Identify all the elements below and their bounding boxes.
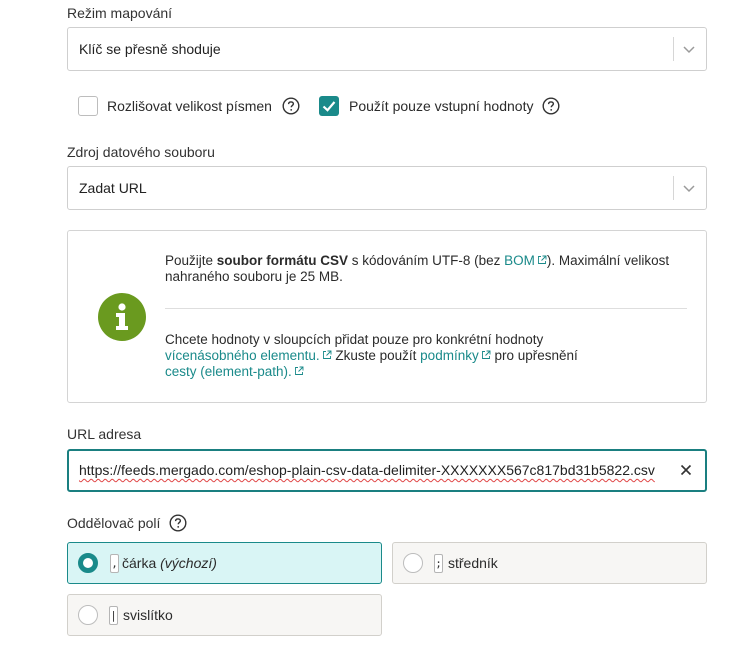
data-source-label: Zdroj datového souboru	[67, 144, 215, 160]
info-bold-text: soubor formátu CSV	[216, 253, 349, 268]
check-icon	[322, 101, 336, 112]
chevron-down-icon[interactable]	[681, 41, 697, 57]
input-only-label: Použít pouze vstupní hodnoty	[349, 98, 534, 114]
url-input[interactable]: https://feeds.mergado.com/eshop-plain-cs…	[67, 449, 707, 492]
conditions-link-label: podmínky	[420, 348, 479, 363]
mapping-mode-value: Klíč se přesně shoduje	[79, 41, 221, 57]
info-divider	[165, 308, 687, 309]
case-sensitive-checkbox[interactable]	[78, 96, 98, 116]
conditions-link[interactable]: podmínky	[420, 348, 491, 363]
bom-link[interactable]: BOM	[504, 253, 547, 268]
element-path-link-label: cesty (element-path).	[165, 364, 292, 379]
info-paragraph-conditions: Chcete hodnoty v sloupcích přidat pouze …	[165, 332, 695, 380]
delimiter-key: ,	[110, 554, 119, 573]
info-text: Chcete hodnoty v sloupcích přidat pouze …	[165, 332, 544, 347]
help-icon[interactable]	[542, 97, 560, 115]
element-path-link[interactable]: cesty (element-path).	[165, 364, 304, 379]
data-source-select[interactable]: Zadat URL	[67, 166, 707, 210]
info-text: s kódováním UTF-8 (bez	[348, 253, 505, 268]
multi-element-link-label: vícenásobného elementu.	[165, 348, 320, 363]
radio-unselected[interactable]	[78, 605, 98, 625]
bom-link-label: BOM	[504, 253, 535, 268]
help-icon[interactable]	[169, 514, 187, 532]
info-text: pro upřesnění	[490, 348, 578, 363]
delimiter-option-comma[interactable]: , čárka (výchozí)	[67, 542, 382, 584]
radio-selected[interactable]	[78, 553, 98, 573]
delimiter-name: středník	[448, 555, 498, 571]
delimiter-option-pipe[interactable]: | svislítko	[67, 594, 382, 636]
external-link-icon	[481, 350, 491, 359]
radio-unselected[interactable]	[403, 553, 423, 573]
delimiter-key: |	[109, 606, 118, 625]
external-link-icon	[294, 366, 304, 375]
multi-element-link[interactable]: vícenásobného elementu.	[165, 348, 332, 363]
url-value: https://feeds.mergado.com/eshop-plain-cs…	[79, 462, 655, 478]
chevron-down-icon[interactable]	[681, 180, 697, 196]
info-box: Použijte soubor formátu CSV s kódováním …	[67, 230, 707, 403]
external-link-icon	[322, 350, 332, 359]
delimiter-key: ;	[434, 554, 443, 573]
info-paragraph-csv: Použijte soubor formátu CSV s kódováním …	[165, 253, 695, 285]
delimiter-option-semicolon[interactable]: ; středník	[392, 542, 707, 584]
select-separator	[673, 37, 674, 61]
mapping-mode-select[interactable]: Klíč se přesně shoduje	[67, 27, 707, 71]
close-icon[interactable]	[679, 463, 693, 477]
help-icon[interactable]	[282, 97, 300, 115]
select-separator	[673, 176, 674, 200]
delimiter-name: čárka	[122, 555, 157, 571]
delimiter-option-label: čárka (výchozí)	[122, 555, 217, 571]
info-text: Použijte	[165, 253, 217, 268]
external-link-icon	[537, 255, 547, 264]
delimiter-label: Oddělovač polí	[67, 515, 161, 531]
case-sensitive-label: Rozlišovat velikost písmen	[107, 98, 272, 114]
delimiter-name: svislítko	[123, 607, 173, 623]
info-text: Zkuste použít	[331, 348, 421, 363]
input-only-checkbox[interactable]	[319, 96, 339, 116]
delimiter-note: (výchozí)	[160, 555, 217, 571]
data-source-value: Zadat URL	[79, 180, 147, 196]
url-label: URL adresa	[67, 426, 142, 442]
mapping-mode-label: Režim mapování	[67, 5, 173, 21]
info-icon	[98, 293, 146, 341]
